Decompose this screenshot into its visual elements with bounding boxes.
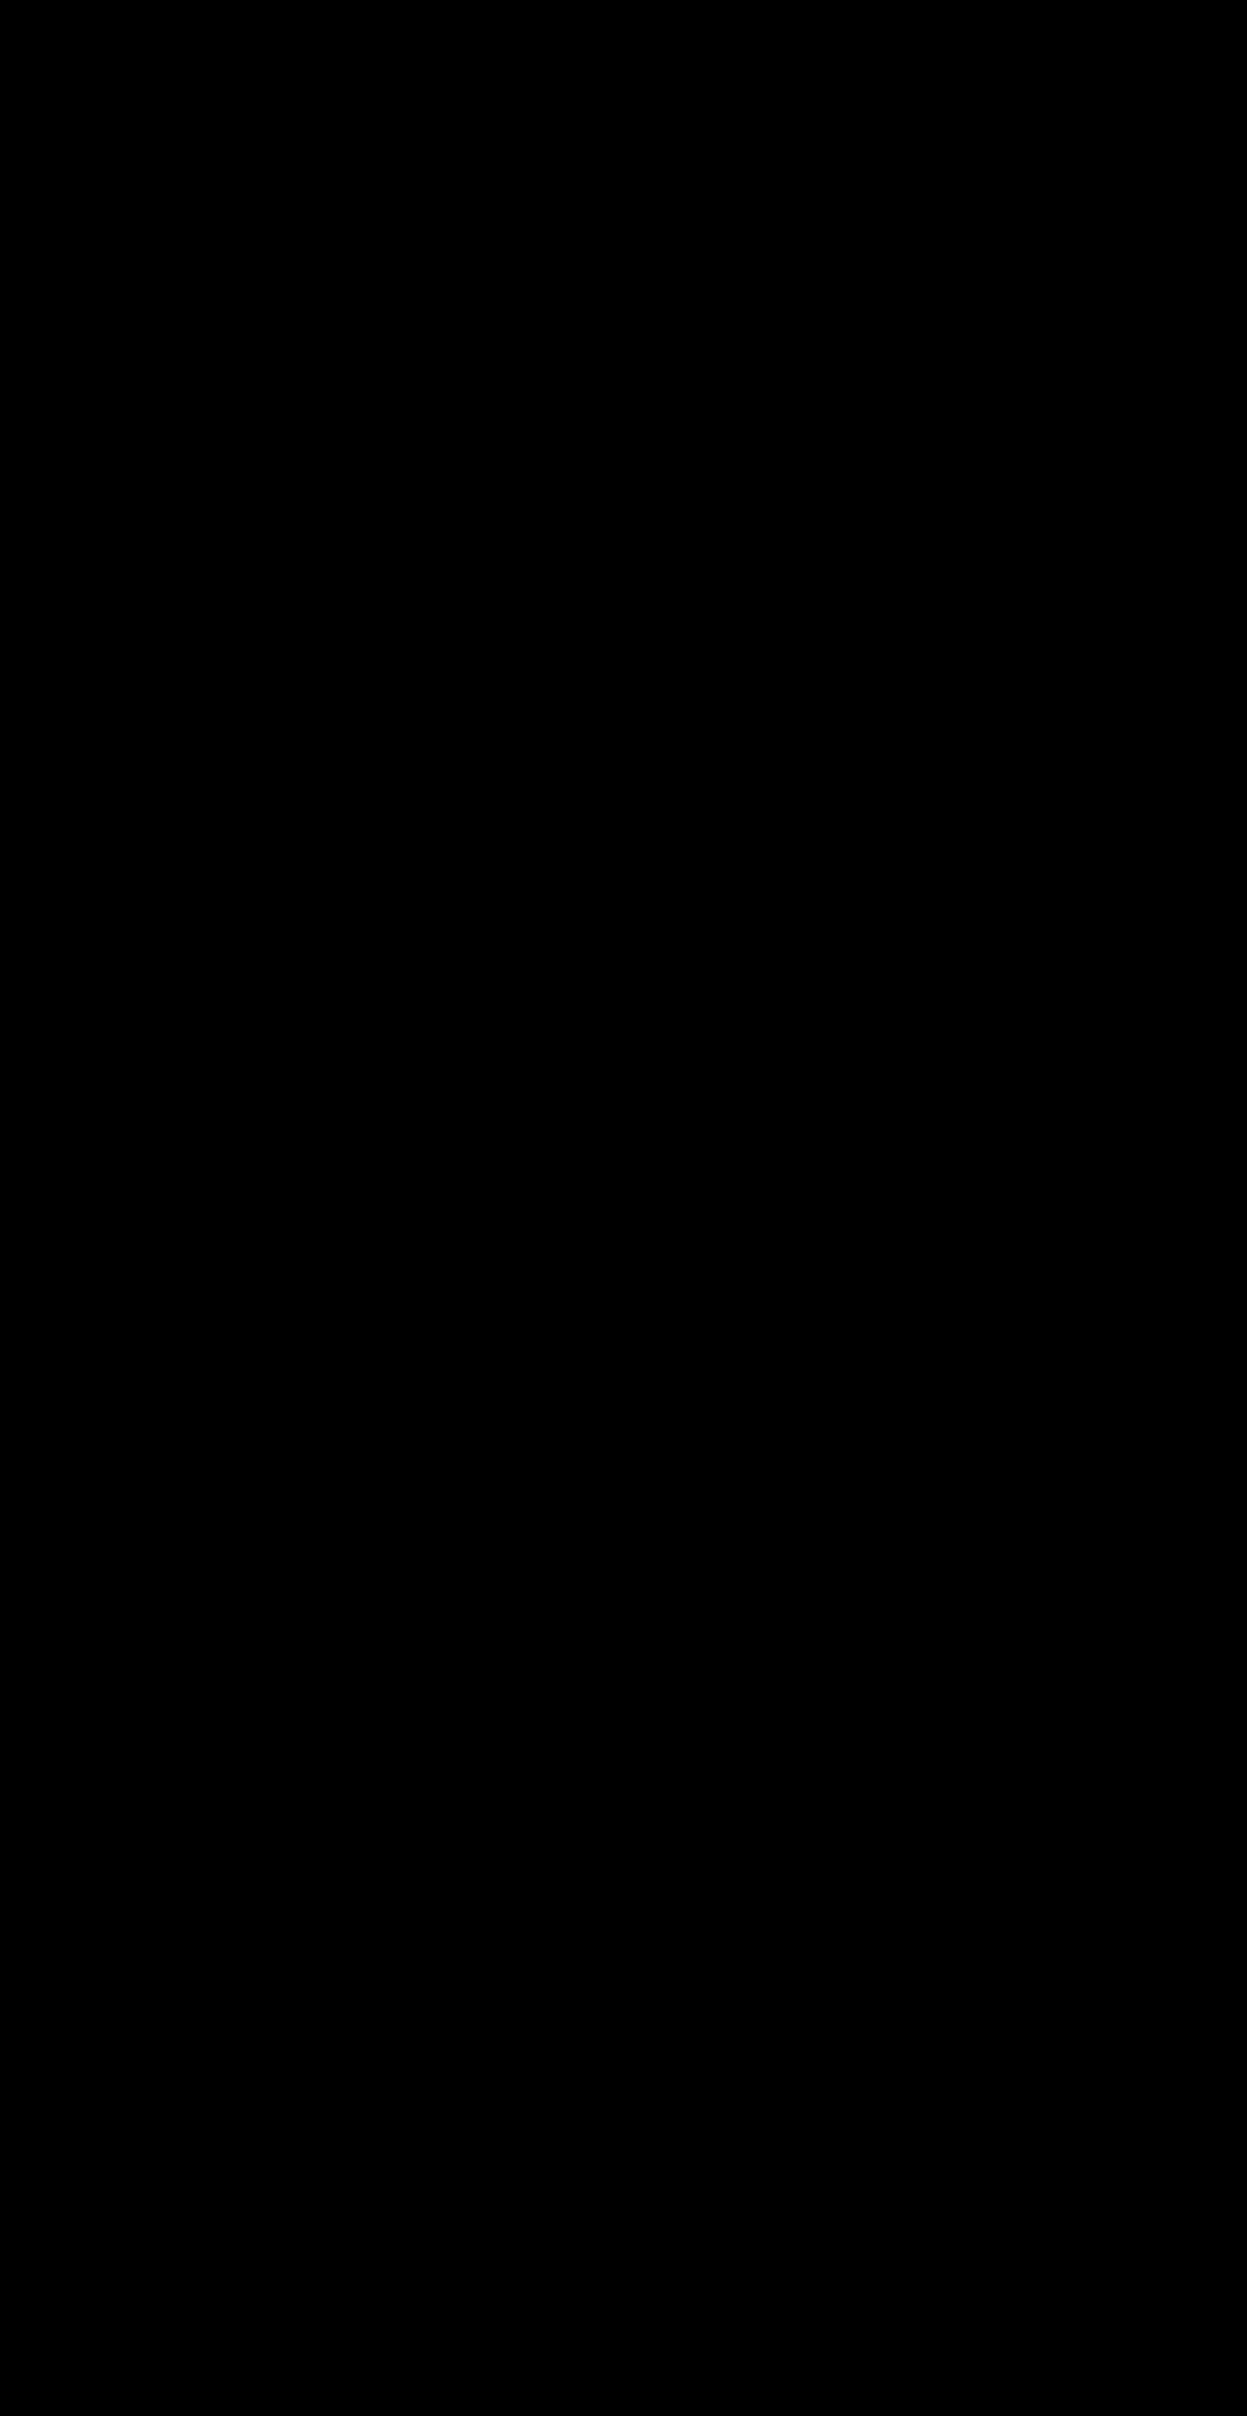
part-c-behaviours-heading: Specific behaviours [550, 1609, 797, 1639]
vertex-label-a: A [368, 278, 385, 306]
part-b-question-1: Therese planned to take the group on a c… [94, 1119, 1074, 1149]
vertex-label-i: I [755, 2010, 762, 2038]
part-c-question-2: properties that makes the walk a Hamilto… [94, 1399, 687, 1429]
vertex-label-h: H [716, 372, 734, 400]
vertex-label-b: B [408, 1906, 425, 1934]
part-c-behaviour-1: ✓ correctly explains property one [110, 1647, 495, 1677]
part-a-behaviour-1: ✓ correctly states the values of v, e and… [110, 981, 578, 1011]
part-b-behaviours-heading: Specific behaviours [550, 1291, 797, 1321]
part-c-solution-heading: Solution [621, 1467, 726, 1497]
part-a-solution-heading: Solution [621, 795, 726, 825]
part-d-marks: (2 marks) [1137, 1753, 1247, 1783]
check-icon: ✓ [110, 1681, 132, 1711]
part-c-answer-bullet-1: passes through all vertices only once (e… [166, 1539, 992, 1569]
part-d-letter: (d) [0, 1719, 32, 1749]
part-a-marks: (2 marks) [1137, 728, 1247, 758]
vertex-label-c: C [407, 2024, 425, 2052]
vertex-label-i: I [716, 500, 723, 528]
part-b-letter: (b) [0, 1119, 32, 1149]
vertex-label-h: H [755, 1888, 773, 1916]
part-d-behaviours-heading: Specific behaviours [550, 2315, 797, 2345]
part-b-solution-heading: Solution [621, 1219, 726, 1249]
part-a-question: Use Euler’s formula to verify the networ… [94, 728, 722, 758]
vertex-label-e: E [566, 374, 583, 402]
part-c-answer-bullet-2: starts and finishes the walk at the same… [166, 1575, 893, 1605]
vertex-label-f: F [606, 2010, 621, 2038]
part-c-question-1: She also stated that the walk would qual… [94, 1365, 1018, 1395]
network-bottom [443, 1810, 882, 2162]
vertex-label-g: G [568, 639, 587, 667]
part-b-question-2: walk. [94, 1153, 154, 1183]
vertex-label-j: J [844, 372, 857, 400]
hollow-bullet-icon: ○ [110, 1541, 124, 1566]
vertex-label-e: E [604, 1888, 621, 1916]
part-a-euler-line: Using Euler’s formula v + f − e = 2, 11 … [110, 867, 1082, 897]
network-diagrams: A B C D E F G H I J K A B C D E F G H I … [366, 278, 907, 2184]
check-icon: ✓ [110, 2385, 132, 2415]
part-d-behaviour-2: ✓ correctly visits all vertices once [110, 2385, 497, 2415]
part-b-marks: (1 mark) [1150, 1153, 1247, 1183]
hollow-bullet-icon: ○ [110, 1577, 124, 1602]
part-d-behaviour-1: ✓ correctly draws a closed walk through G [110, 2351, 601, 2381]
vertex-label-b: B [368, 390, 385, 418]
check-icon: ✓ [110, 1327, 132, 1357]
part-c-letter: (c) [0, 1365, 31, 1395]
part-d-question-2: the network below. [94, 1753, 310, 1783]
check-icon: ✓ [110, 1647, 132, 1677]
part-d-answer: see graph above [110, 2281, 304, 2311]
check-icon: ✓ [110, 2351, 132, 2381]
part-a-behaviours-heading: Specific behaviours [550, 945, 797, 975]
part-a-letter: (a) [0, 728, 32, 758]
network-top [402, 288, 844, 647]
vertex-label-a: A [408, 1756, 425, 1784]
check-icon: ✓ [110, 981, 132, 1011]
part-c-marks: (2 marks) [1137, 1399, 1247, 1429]
vertex-label-g: G [606, 2156, 625, 2184]
part-b-answer: A closed walk is a walk which starts and… [110, 1257, 862, 1287]
part-c-answer-intro: Hamiltonian cycle is a walk that: [114, 1503, 483, 1533]
part-a-behaviour-2: ✓ correctly uses Euler’s formula to verif… [110, 1015, 926, 1045]
part-a-values: v = 11, e = 17, f = 8 [110, 833, 330, 863]
check-icon: ✓ [110, 1015, 132, 1045]
vertex-label-d: D [366, 629, 384, 657]
part-b-behaviour-1: ✓ correctly explains the meaning of a clo… [110, 1327, 684, 1357]
part-d-solution-heading: Solution [621, 2245, 726, 2275]
network-top-vertices [400, 286, 846, 649]
part-a-connected: connected. [110, 910, 238, 940]
vertex-label-j: J [880, 1886, 893, 1914]
vertex-label-k: K [890, 2034, 907, 2062]
vertex-label-f: F [566, 496, 581, 524]
part-c-behaviour-2: ✓ correctly explains property two [110, 1681, 492, 1711]
vertex-label-d: D [407, 2144, 425, 2172]
part-d-question-1: Given that the walk started at G (Trinit… [94, 1719, 1099, 1749]
vertex-label-k: K [850, 514, 867, 542]
vertex-label-c: C [366, 508, 384, 536]
